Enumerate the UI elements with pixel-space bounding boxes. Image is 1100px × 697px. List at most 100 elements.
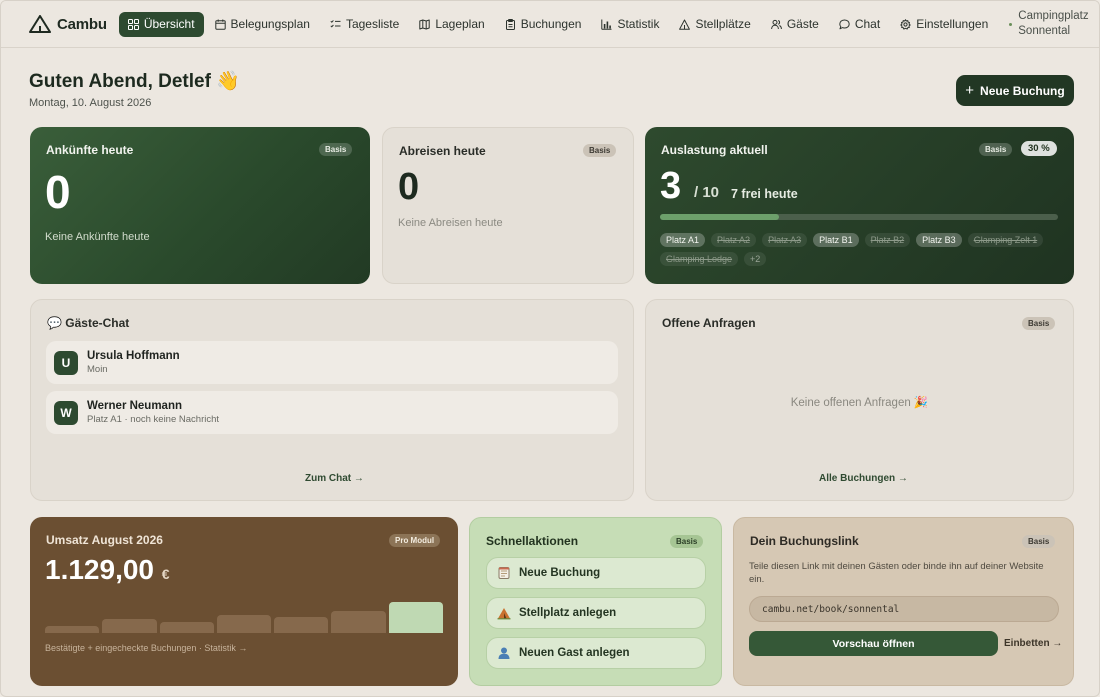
top-navigation: Cambu Übersicht Belegungsplan Tagesliste La…	[1, 1, 1099, 48]
checklist-icon	[330, 19, 341, 30]
booking-link-description: Teile diesen Link mit deinen Gästen oder…	[749, 561, 1044, 585]
quick-add-guest-button[interactable]: Neuen Gast anlegen	[486, 637, 706, 669]
plus-icon: +	[965, 82, 975, 99]
pitch-chip[interactable]: Glamping Lodge	[660, 252, 739, 266]
arrivals-subtext: Keine Ankünfte heute	[45, 231, 150, 243]
booking-link-badge: Basis	[1022, 535, 1056, 548]
to-chat-link[interactable]: Zum Chat →	[305, 473, 364, 484]
nav-item-grid[interactable]: Übersicht	[118, 11, 204, 37]
booking-link-title: Dein Buchungslink	[750, 534, 859, 548]
guest-chat-card: 💬 Gäste-Chat U Ursula Hoffmann Moin W We…	[30, 299, 634, 501]
nav-item-clipboard[interactable]: Buchungen	[496, 12, 591, 37]
nav-item-label: Statistik	[617, 17, 660, 31]
revenue-bar	[331, 611, 386, 633]
pitch-chip[interactable]: Platz A3	[762, 233, 808, 247]
occupancy-progress-fill	[660, 214, 780, 220]
occupied-count: 3	[660, 165, 682, 207]
booking-link-card: Dein Buchungslink Basis Teile diesen Lin…	[733, 517, 1074, 686]
pitch-chip[interactable]: Glamping Zelt 1	[967, 233, 1044, 247]
bar-chart-icon	[601, 19, 612, 30]
nav-item-gear[interactable]: Einstellungen	[891, 12, 997, 37]
grid-icon	[127, 18, 139, 30]
revenue-bar	[216, 615, 272, 633]
embed-link[interactable]: Einbetten →	[1004, 638, 1062, 649]
chat-avatar: U	[54, 350, 78, 375]
nav-item-label: Stellplätze	[695, 17, 751, 31]
chat-guest-name: Ursula Hoffmann	[87, 350, 180, 362]
nav-item-checklist[interactable]: Tagesliste	[321, 12, 408, 37]
occupancy-card: Auslastung aktuell Basis 30 % 3 / 10 7 f…	[645, 127, 1074, 284]
pitch-chip-more[interactable]: +2	[744, 252, 767, 266]
notepad-icon	[497, 566, 511, 580]
site-switcher[interactable]: Campingplatz Sonnental	[1009, 9, 1094, 39]
tent-logo-icon	[29, 15, 51, 33]
nav-item-label: Übersicht	[143, 17, 195, 31]
free-count: 7 frei heute	[731, 187, 798, 201]
open-requests-badge: Basis	[1022, 317, 1056, 330]
revenue-footer[interactable]: Bestätigte + eingecheckte Buchungen · St…	[45, 643, 247, 653]
open-requests-empty: Keine offenen Anfragen 🎉	[790, 397, 929, 409]
guest-chat-title: 💬 Gäste-Chat	[47, 316, 130, 330]
nav-item-calendar[interactable]: Belegungsplan	[206, 12, 319, 37]
nav-item-label: Buchungen	[520, 17, 582, 31]
revenue-bar	[388, 602, 443, 633]
revenue-currency: €	[161, 566, 170, 582]
pitch-chip[interactable]: Platz B3	[916, 233, 962, 247]
users-icon	[770, 19, 782, 30]
site-status-dot	[1009, 22, 1013, 26]
revenue-bar	[274, 617, 329, 633]
pitch-chip[interactable]: Platz A2	[711, 233, 757, 247]
pitch-chip[interactable]: Platz A1	[660, 233, 706, 247]
nav-item-chat-bubble[interactable]: Chat	[830, 12, 889, 37]
chat-bubble-icon	[839, 19, 850, 30]
quick-actions-card: Schnellaktionen Basis Neue Buchung Stell…	[469, 517, 722, 686]
arrivals-badge: Basis	[319, 143, 353, 156]
pitch-chip[interactable]: Platz B1	[813, 233, 859, 247]
total-count: / 10	[694, 184, 720, 201]
revenue-bar	[45, 626, 100, 633]
all-bookings-link[interactable]: Alle Buchungen →	[819, 473, 908, 484]
open-requests-title: Offene Anfragen	[662, 316, 756, 330]
nav-item-label: Belegungsplan	[230, 17, 310, 31]
quick-actions-badge: Basis	[670, 535, 704, 548]
quick-new-booking-button[interactable]: Neue Buchung	[486, 557, 706, 589]
brand[interactable]: Cambu	[29, 15, 107, 33]
departures-card: Abreisen heute Basis 0 Keine Abreisen he…	[382, 127, 634, 284]
occupancy-badge: Basis	[979, 143, 1013, 156]
arrivals-card: Ankünfte heute Basis 0 Keine Ankünfte he…	[30, 127, 370, 284]
revenue-title: Umsatz August 2026	[46, 533, 163, 547]
nav-item-bar-chart[interactable]: Statistik	[592, 12, 668, 37]
booking-link-url-field[interactable]: cambu.net/book/sonnental	[749, 596, 1059, 622]
tent-icon	[679, 19, 691, 30]
chat-thread[interactable]: W Werner Neumann Platz A1 · noch keine N…	[46, 391, 618, 434]
nav-item-label: Gäste	[786, 17, 819, 31]
quick-add-pitch-button[interactable]: Stellplatz anlegen	[486, 597, 706, 629]
person-icon	[497, 646, 511, 660]
occupancy-progress	[660, 214, 1058, 220]
revenue-bar	[159, 622, 214, 633]
pitch-chips: Platz A1 Platz A2 Platz A3 Platz B1 Platz B2…	[660, 233, 1066, 266]
new-booking-label: Neue Buchung	[980, 83, 1065, 98]
nav-item-map[interactable]: Lageplan	[410, 12, 493, 37]
main-nav: Übersicht Belegungsplan Tagesliste Lageplan…	[118, 11, 997, 37]
chat-avatar: W	[54, 400, 78, 425]
clipboard-icon	[505, 18, 516, 30]
nav-item-users[interactable]: Gäste	[762, 12, 828, 37]
departures-count: 0	[398, 166, 420, 208]
preview-open-button[interactable]: Vorschau öffnen	[749, 631, 998, 656]
departures-subtext: Keine Abreisen heute	[398, 217, 503, 229]
calendar-icon	[214, 19, 226, 30]
tent-icon	[497, 606, 511, 620]
open-requests-card: Offene Anfragen Basis Keine offenen Anfr…	[645, 299, 1074, 501]
pitch-chip[interactable]: Platz B2	[864, 233, 911, 247]
arrivals-title: Ankünfte heute	[46, 143, 134, 157]
nav-item-label: Einstellungen	[916, 17, 989, 31]
chat-thread[interactable]: U Ursula Hoffmann Moin	[46, 341, 618, 384]
revenue-value: 1.129,00	[45, 554, 154, 585]
nav-item-tent[interactable]: Stellplätze	[670, 12, 759, 37]
app-window: Cambu Übersicht Belegungsplan Tagesliste La…	[0, 0, 1100, 697]
new-booking-button[interactable]: + Neue Buchung	[956, 75, 1074, 106]
site-name: Campingplatz Sonnental	[1018, 10, 1089, 37]
nav-item-label: Tagesliste	[345, 17, 400, 31]
chat-last-message: Moin	[87, 364, 108, 375]
